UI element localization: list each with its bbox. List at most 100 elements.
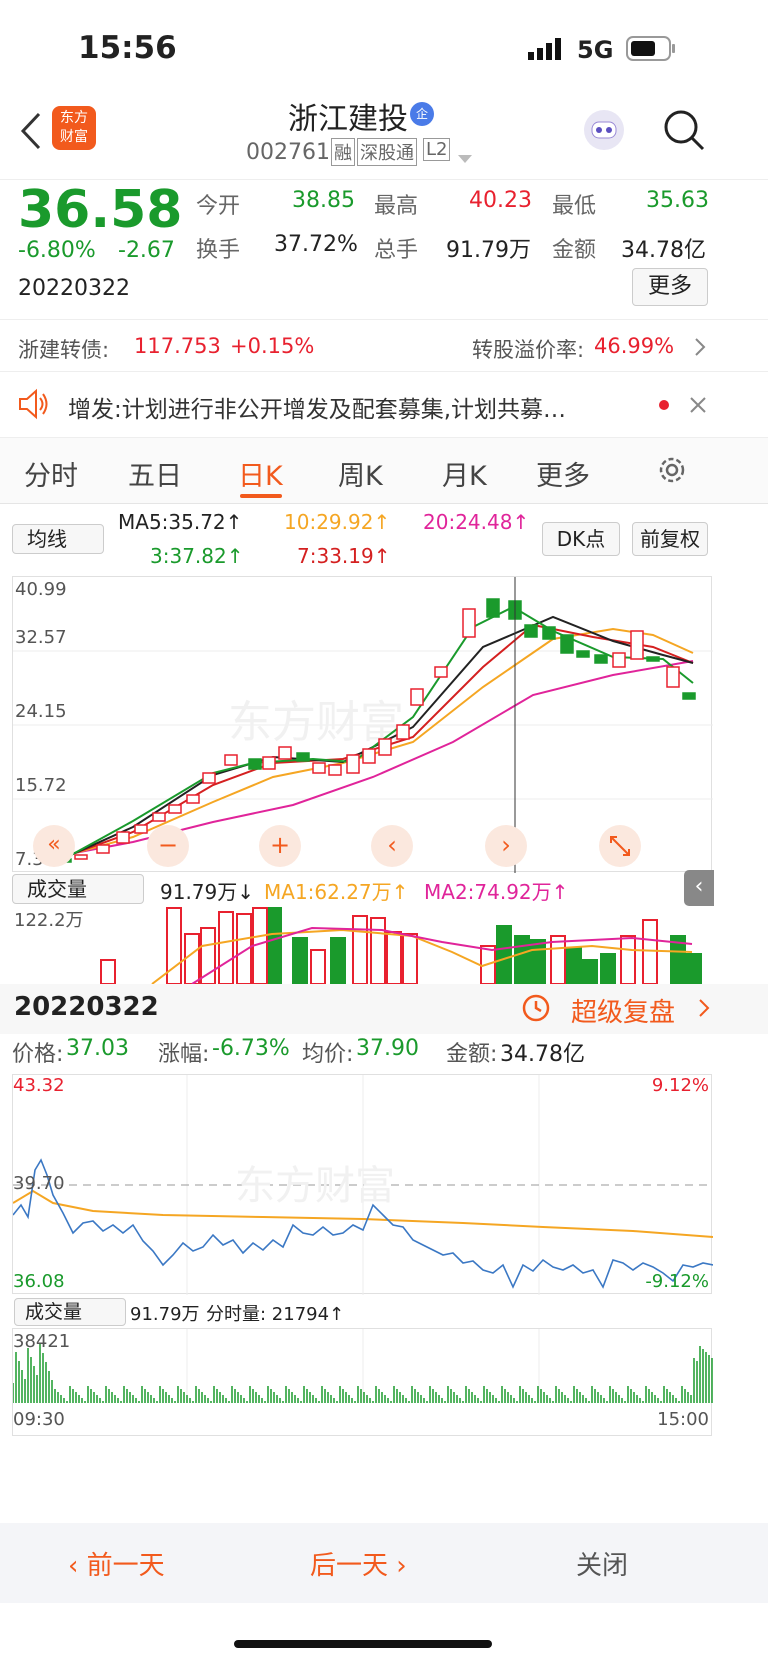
fullscreen-button[interactable] (599, 825, 641, 867)
volume-bar (496, 925, 512, 984)
indicator-select[interactable]: 均线 (12, 524, 104, 554)
detail-avg: 37.90 (356, 1036, 419, 1061)
k-axis-4: 15.72 (15, 775, 67, 796)
tag-margin: 融 (331, 138, 355, 166)
candle (186, 794, 200, 804)
volume-select-label: 成交量 (27, 877, 87, 901)
detail-price-label: 价格: (12, 1042, 64, 1067)
dropdown-icon[interactable] (458, 148, 472, 167)
intraday-volume-chart: 38421 09:30 15:00 (12, 1328, 713, 1436)
volume-bar (292, 937, 308, 984)
network-label: 5G (577, 36, 614, 64)
volume-bar (642, 919, 658, 984)
volume-bar (620, 935, 636, 984)
app-logo[interactable]: 东方 财富 (52, 106, 96, 150)
tab-daily-k[interactable]: 日K (238, 454, 283, 493)
bottom-nav: ‹ 前一天 后一天 › 关闭 (0, 1523, 768, 1603)
candle (328, 764, 342, 776)
volume-bar (514, 935, 530, 984)
intraday-volume-select[interactable]: 成交量 (14, 1298, 126, 1326)
bond-price: 117.753 (134, 334, 221, 358)
stock-header: 东方 财富 浙江建投 企 002761 融 深股通 L2 (0, 90, 768, 180)
volume-bar (402, 933, 418, 984)
scroll-left-button[interactable]: ‹ (371, 825, 413, 867)
k-axis-2: 32.57 (15, 627, 67, 648)
high-value: 40.23 (469, 188, 532, 213)
watermark-2: 东方财富 (235, 1164, 395, 1208)
scroll-right-button[interactable]: › (485, 825, 527, 867)
candle (312, 762, 326, 774)
adjust-button[interactable]: 前复权 (632, 522, 708, 556)
zoom-in-button[interactable]: + (259, 825, 301, 867)
status-bar: 15:56 5G (0, 0, 768, 100)
scroll-left-fast-button[interactable]: « (33, 825, 75, 867)
tab-more[interactable]: 更多 (536, 454, 590, 493)
bond-row[interactable]: 浙建转债: 117.753 +0.15% 转股溢价率: 46.99% (0, 320, 768, 372)
time-end: 15:00 (657, 1409, 709, 1430)
bond-name: 浙建转债: (18, 338, 110, 362)
prev-day-label: 前一天 (86, 1551, 165, 1581)
collapse-panel-button[interactable]: ‹ (684, 870, 714, 906)
dk-point-button[interactable]: DK点 (542, 522, 620, 556)
close-button[interactable]: 关闭 (576, 1545, 628, 1582)
settings-icon[interactable] (656, 454, 688, 490)
tab-monthly-k[interactable]: 月K (442, 454, 487, 493)
verified-badge: 企 (410, 102, 434, 126)
candle (434, 666, 448, 678)
change-pct: -6.80% (18, 238, 96, 263)
k-axis-3: 24.15 (15, 701, 67, 722)
robot-avatar-icon[interactable] (582, 108, 626, 156)
candle (576, 650, 590, 658)
candle (542, 626, 556, 640)
candle (74, 854, 88, 860)
volume-label: 总手 (374, 238, 419, 263)
candle (646, 656, 660, 662)
candle (346, 754, 360, 774)
candle (560, 634, 574, 654)
open-value: 38.85 (292, 188, 355, 213)
volume-value: 91.79万↓ (160, 880, 255, 904)
time-start: 09:30 (13, 1409, 65, 1430)
notice-bar[interactable]: 增发:计划进行非公开增发及配套募集,计划共募… (0, 372, 768, 438)
zoom-out-button[interactable]: − (147, 825, 189, 867)
super-review-link[interactable]: 超级复盘 (571, 992, 675, 1029)
detail-date: 20220322 (14, 992, 159, 1022)
candle (202, 772, 216, 784)
close-icon[interactable] (689, 396, 707, 418)
tab-intraday[interactable]: 分时 (24, 454, 78, 493)
kline-chart[interactable]: 东方财富 40.99 32.57 24.15 15.72 7.30 « − + … (12, 576, 713, 873)
ma10-value: 10:29.92↑ (284, 510, 391, 534)
candle (116, 831, 130, 844)
tab-weekly-k[interactable]: 周K (338, 454, 383, 493)
detail-pct: -6.73% (212, 1036, 290, 1061)
quote-panel: 36.58 -6.80% -2.67 20220322 今开 38.85 最高 … (0, 180, 768, 320)
volume-select[interactable]: 成交量 (12, 874, 144, 904)
bond-pct: +0.15% (230, 334, 315, 358)
candle (462, 608, 476, 638)
search-icon[interactable] (662, 108, 706, 156)
vol-axis-top: 122.2万 (14, 910, 84, 931)
volume-bar (166, 907, 182, 984)
intraday-chart[interactable]: 东方财富 43.32 39.70 36.08 9.12% -9.12% (12, 1074, 714, 1295)
detail-amount-label: 金额: (446, 1042, 498, 1067)
more-button[interactable]: 更多 (632, 268, 708, 306)
signal-icon (528, 38, 568, 64)
volume-bar (550, 935, 566, 984)
candle (168, 804, 182, 814)
tab-five-day[interactable]: 五日 (128, 454, 182, 493)
stock-name: 浙江建投 (288, 102, 408, 137)
prev-day-button[interactable]: ‹ 前一天 (68, 1545, 165, 1582)
history-icon[interactable] (520, 992, 552, 1028)
candle (594, 654, 608, 664)
volume-bar (218, 911, 234, 984)
status-time: 15:56 (78, 30, 177, 66)
candle (278, 746, 292, 760)
back-icon[interactable] (20, 112, 42, 154)
next-day-button[interactable]: 后一天 › (310, 1545, 407, 1582)
volume-bar (600, 953, 616, 984)
indicator-select-label: 均线 (27, 527, 67, 551)
intraday-volume: 91.79万 (130, 1304, 200, 1325)
candle (396, 724, 410, 740)
intraday-mid: 39.70 (13, 1173, 65, 1194)
candle (152, 812, 166, 822)
